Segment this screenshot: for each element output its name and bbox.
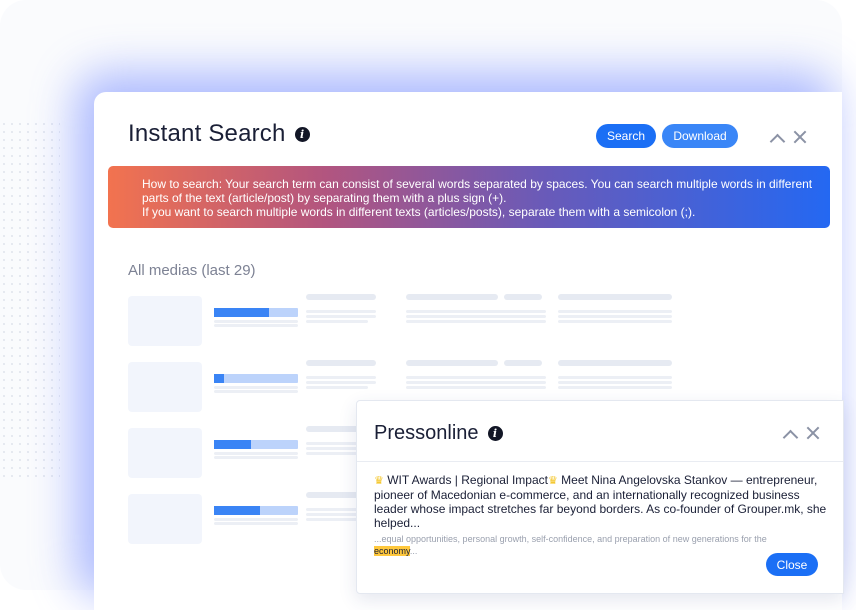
placeholder-line <box>214 324 298 327</box>
crown-icon: ♛ <box>374 475 384 487</box>
placeholder-line <box>306 381 376 384</box>
popup-title: Pressonline <box>374 422 479 444</box>
placeholder-line <box>306 310 376 313</box>
placeholder-line <box>558 320 672 323</box>
media-thumbnail <box>128 494 202 544</box>
article-title: WIT Awards | Regional Impact <box>387 473 548 487</box>
crown-icon: ♛ <box>547 475 558 487</box>
placeholder-line <box>406 376 546 379</box>
placeholder-line <box>306 376 376 379</box>
placeholder-line <box>306 315 376 318</box>
banner-text-1: How to search: Your search term can cons… <box>142 177 813 205</box>
media-thumbnail <box>128 296 202 346</box>
close-icon[interactable] <box>806 425 820 443</box>
excerpt-after: ... <box>409 546 418 556</box>
reach-bar-fill <box>214 374 224 383</box>
placeholder-heading <box>558 294 672 300</box>
placeholder-line <box>558 376 672 379</box>
placeholder-line <box>214 390 298 393</box>
section-label: All medias (last 29) <box>128 262 256 279</box>
placeholder-line <box>406 381 546 384</box>
media-thumbnail <box>128 428 202 478</box>
info-icon[interactable]: i <box>487 426 503 441</box>
excerpt-before: ...equal opportunities, personal growth,… <box>374 534 767 544</box>
placeholder-line <box>558 381 672 384</box>
placeholder-line <box>558 386 672 389</box>
close-button[interactable]: Close <box>766 553 818 576</box>
article-excerpt: ...equal opportunities, personal growth,… <box>374 533 794 557</box>
placeholder-line <box>406 310 546 313</box>
chevron-up-icon[interactable] <box>782 428 799 446</box>
dot-pattern <box>0 120 60 480</box>
page-title: Instant Search <box>128 120 286 147</box>
placeholder-heading <box>558 360 672 366</box>
placeholder-heading <box>306 294 376 300</box>
placeholder-line <box>214 456 298 459</box>
reach-bar <box>214 374 298 383</box>
placeholder-heading <box>504 360 542 366</box>
placeholder-heading <box>406 294 498 300</box>
placeholder-line <box>214 320 298 323</box>
reach-bar-fill <box>214 506 260 515</box>
close-icon[interactable] <box>793 129 807 147</box>
search-highlight: economy <box>374 546 410 556</box>
placeholder-line <box>558 310 672 313</box>
info-icon[interactable]: i <box>294 126 310 142</box>
media-thumbnail <box>128 362 202 412</box>
placeholder-line <box>306 320 368 323</box>
placeholder-line <box>558 315 672 318</box>
placeholder-line <box>214 452 298 455</box>
placeholder-line <box>214 386 298 389</box>
article-summary: ♛ WIT Awards | Regional Impact♛ Meet Nin… <box>374 473 830 530</box>
placeholder-line <box>406 320 546 323</box>
search-help-banner: How to search: Your search term can cons… <box>108 166 830 228</box>
placeholder-line <box>214 518 298 521</box>
placeholder-line <box>306 386 368 389</box>
title-row: Instant Search i <box>128 120 310 148</box>
placeholder-heading <box>406 360 498 366</box>
download-button[interactable]: Download <box>662 124 738 148</box>
divider <box>357 461 843 462</box>
placeholder-line <box>214 522 298 525</box>
reach-bar-fill <box>214 308 269 317</box>
placeholder-line <box>406 315 546 318</box>
search-button[interactable]: Search <box>596 124 656 148</box>
placeholder-line <box>406 386 546 389</box>
pressonline-popup: Pressonline i ♛ WIT Awards | Regional Im… <box>356 400 844 594</box>
placeholder-heading <box>306 360 376 366</box>
placeholder-heading <box>504 294 542 300</box>
reach-bar-fill <box>214 440 251 449</box>
chevron-up-icon[interactable] <box>769 132 786 150</box>
banner-text-2: If you want to search multiple words in … <box>142 205 696 219</box>
popup-title-row: Pressonline i <box>374 422 503 445</box>
